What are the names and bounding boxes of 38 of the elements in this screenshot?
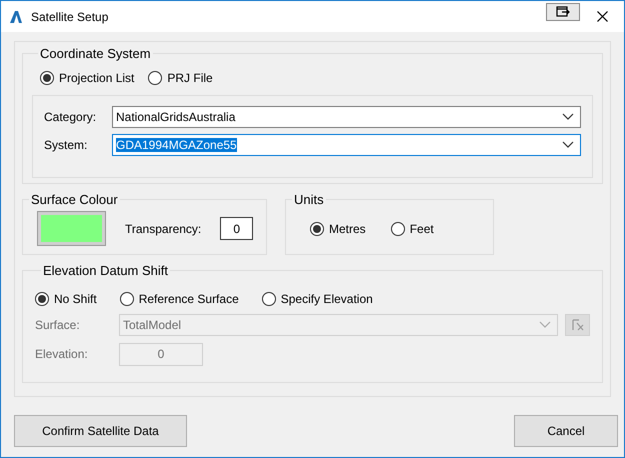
group-title: Coordinate System (39, 45, 152, 63)
chevron-down-icon (562, 140, 574, 148)
app-logo-icon (9, 10, 23, 24)
chevron-down-icon (539, 320, 551, 328)
dialog-button[interactable]: Cancel (514, 415, 618, 447)
window-title: Satellite Setup (31, 8, 108, 26)
field-label: System: (44, 136, 88, 154)
radio-button[interactable] (120, 292, 134, 306)
pin-button[interactable] (546, 2, 580, 20)
radio-option[interactable]: Metres (310, 220, 366, 238)
radio-button[interactable] (148, 70, 162, 84)
dropdown[interactable]: NationalGridsAustralia (112, 106, 581, 128)
radio-option[interactable]: Projection List (40, 68, 134, 86)
radio-button[interactable] (310, 222, 324, 236)
group-title: Surface Colour (30, 191, 119, 209)
group-title: Elevation Datum Shift (42, 262, 170, 280)
radio-option[interactable]: Feet (390, 220, 434, 238)
close-icon (596, 11, 608, 22)
field-label: Surface: (35, 316, 81, 334)
radio-button[interactable] (262, 292, 276, 306)
dialog-button[interactable]: Confirm Satellite Data (14, 415, 187, 447)
radio-option[interactable]: PRJ File (148, 68, 213, 86)
dropdown[interactable]: GDA1994MGAZone55 (112, 134, 581, 156)
transparency-field[interactable]: 0 (220, 217, 254, 240)
radio-button[interactable] (40, 70, 54, 84)
chevron-down-icon (562, 112, 574, 120)
radio-option[interactable]: Reference Surface (120, 290, 239, 308)
radio-button[interactable] (35, 292, 49, 306)
transparency-label: Transparency: (125, 220, 202, 238)
radio-button[interactable] (390, 222, 405, 236)
window-dock-icon (556, 6, 570, 17)
radio-option[interactable]: No Shift (35, 290, 97, 308)
group-title: Units (293, 191, 325, 209)
field-label: Elevation: (35, 346, 89, 363)
field-label: Category: (44, 108, 98, 126)
colour-swatch[interactable] (38, 212, 105, 246)
radio-option[interactable]: Specify Elevation (262, 290, 373, 308)
pick-icon (570, 318, 584, 332)
